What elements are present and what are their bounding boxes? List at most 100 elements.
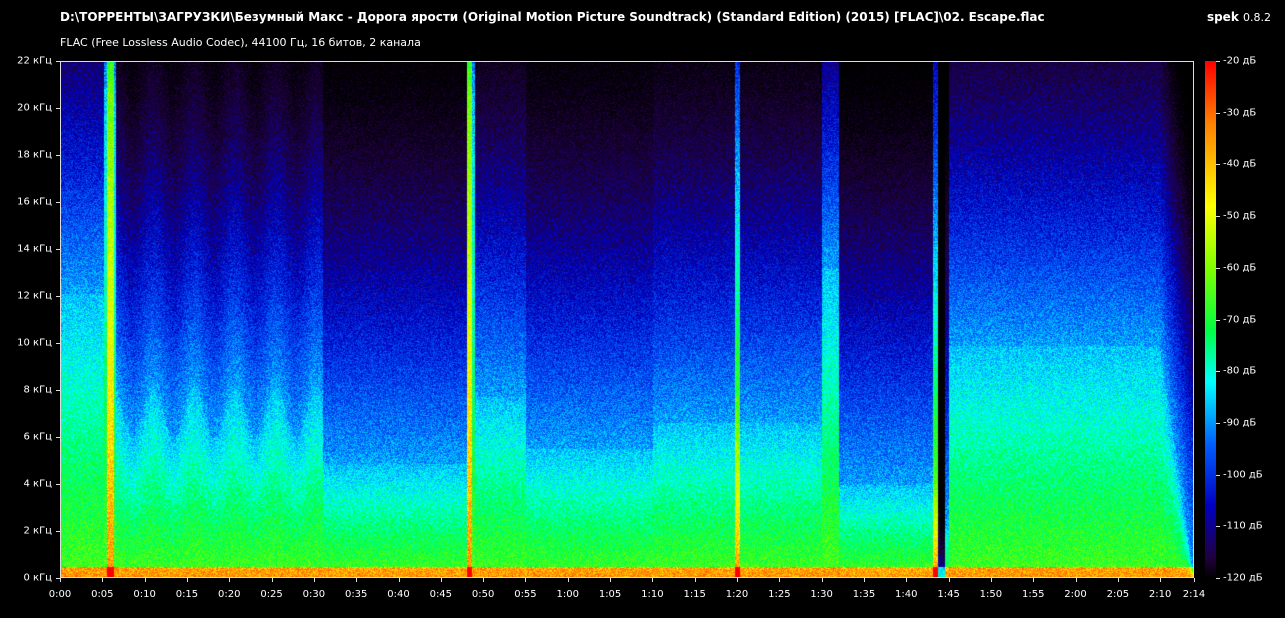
- y-tick-label: 22 кГц: [17, 55, 52, 67]
- y-tick-mark: [56, 390, 60, 391]
- legend-tick-mark: [1216, 578, 1220, 579]
- y-tick-mark: [56, 437, 60, 438]
- y-tick-label: 6 кГц: [23, 431, 53, 443]
- y-tick-label: 8 кГц: [23, 384, 53, 396]
- legend-tick-mark: [1216, 61, 1220, 62]
- legend-tick-label: -100 дБ: [1223, 469, 1263, 481]
- x-tick-mark: [652, 578, 654, 582]
- x-tick-label: 0:20: [218, 589, 241, 600]
- x-tick-label: 1:25: [768, 589, 791, 600]
- x-tick-label: 0:00: [48, 589, 72, 600]
- x-tick-mark: [60, 578, 61, 582]
- x-tick-mark: [1194, 578, 1195, 582]
- x-tick-mark: [483, 578, 485, 582]
- x-tick-mark: [525, 578, 527, 582]
- x-tick-label: 0:40: [387, 589, 410, 600]
- file-path-title: D:\ТОРРЕНТЫ\ЗАГРУЗКИ\Безумный Макс - Дор…: [60, 10, 1045, 24]
- y-tick-label: 10 кГц: [17, 337, 52, 349]
- x-tick-mark: [186, 578, 188, 582]
- x-tick-mark: [948, 578, 950, 582]
- y-tick-mark: [56, 343, 60, 344]
- x-tick-mark: [737, 578, 738, 582]
- x-tick-mark: [313, 578, 315, 582]
- x-tick-label: 0:10: [133, 589, 156, 600]
- y-tick-label: 2 кГц: [23, 525, 53, 537]
- x-tick-mark: [229, 578, 231, 582]
- y-tick-label: 12 кГц: [17, 290, 52, 302]
- x-tick-mark: [271, 578, 273, 582]
- x-tick-mark: [1075, 578, 1077, 582]
- x-tick-mark: [102, 578, 104, 582]
- x-tick-label: 0:15: [175, 589, 199, 600]
- spectrogram: [60, 61, 1194, 578]
- x-tick-label: 1:50: [979, 589, 1003, 600]
- legend-tick-label: -40 дБ: [1223, 158, 1257, 170]
- legend-tick-label: -30 дБ: [1223, 107, 1257, 119]
- y-tick-mark: [56, 155, 60, 156]
- y-tick-mark: [56, 249, 60, 250]
- x-tick-label: 0:45: [429, 589, 453, 600]
- x-tick-label: 2:14: [1182, 589, 1206, 600]
- x-tick-label: 1:55: [1021, 589, 1045, 600]
- legend-tick-mark: [1216, 526, 1220, 528]
- legend-tick-label: -110 дБ: [1223, 520, 1263, 532]
- legend-tick-mark: [1216, 371, 1220, 373]
- x-tick-label: 1:35: [852, 589, 876, 600]
- spectrogram-canvas: [61, 62, 1193, 577]
- x-tick-label: 2:10: [1148, 589, 1172, 600]
- x-tick-label: 1:30: [810, 589, 833, 600]
- y-tick-label: 4 кГц: [23, 478, 53, 490]
- y-tick-mark: [56, 61, 60, 62]
- x-tick-label: 2:05: [1106, 589, 1130, 600]
- app-name-text: spek: [1206, 10, 1239, 24]
- x-tick-mark: [567, 578, 569, 582]
- x-tick-label: 1:40: [895, 589, 918, 600]
- legend-tick-mark: [1216, 216, 1220, 218]
- y-tick-label: 16 кГц: [17, 196, 52, 208]
- x-tick-mark: [440, 578, 442, 582]
- y-tick-mark: [56, 202, 60, 203]
- x-tick-mark: [144, 578, 146, 582]
- x-tick-label: 1:00: [556, 589, 579, 600]
- y-tick-label: 0 кГц: [23, 572, 53, 584]
- x-tick-mark: [906, 578, 908, 582]
- x-tick-mark: [863, 578, 865, 582]
- x-tick-label: 0:05: [91, 589, 114, 600]
- x-tick-mark: [821, 578, 823, 582]
- x-tick-label: 1:45: [937, 589, 960, 600]
- y-tick-mark: [56, 531, 60, 532]
- db-color-legend: [1205, 61, 1216, 578]
- y-tick-label: 14 кГц: [17, 243, 52, 255]
- x-tick-label: 0:50: [471, 589, 495, 600]
- x-tick-mark: [398, 578, 400, 582]
- legend-tick-label: -20 дБ: [1223, 55, 1257, 67]
- legend-tick-label: -90 дБ: [1223, 417, 1257, 429]
- x-tick-mark: [990, 578, 992, 582]
- x-tick-label: 2:00: [1064, 589, 1087, 600]
- y-tick-mark: [56, 484, 60, 485]
- legend-tick-label: -120 дБ: [1223, 572, 1263, 584]
- legend-tick-mark: [1216, 267, 1220, 269]
- x-tick-label: 1:20: [725, 589, 749, 600]
- y-tick-mark: [56, 108, 60, 109]
- legend-tick-mark: [1216, 112, 1220, 114]
- x-tick-label: 1:10: [641, 589, 664, 600]
- format-info: FLAC (Free Lossless Audio Codec), 44100 …: [60, 36, 421, 49]
- x-tick-label: 0:25: [260, 589, 283, 600]
- legend-tick-mark: [1216, 164, 1220, 166]
- app-name: spek 0.8.2: [1207, 10, 1271, 24]
- y-tick-label: 20 кГц: [17, 102, 52, 114]
- legend-tick-mark: [1216, 474, 1220, 476]
- y-tick-label: 18 кГц: [17, 149, 52, 161]
- legend-tick-mark: [1216, 319, 1220, 321]
- legend-tick-label: -50 дБ: [1223, 210, 1257, 222]
- x-tick-mark: [1033, 578, 1035, 582]
- y-tick-mark: [56, 296, 60, 297]
- x-tick-mark: [356, 578, 358, 582]
- x-tick-label: 0:35: [344, 589, 368, 600]
- x-tick-mark: [1117, 578, 1119, 582]
- x-tick-label: 0:30: [302, 589, 326, 600]
- legend-tick-label: -60 дБ: [1223, 262, 1257, 274]
- app-version: 0.8.2: [1243, 11, 1271, 24]
- x-tick-mark: [694, 578, 696, 582]
